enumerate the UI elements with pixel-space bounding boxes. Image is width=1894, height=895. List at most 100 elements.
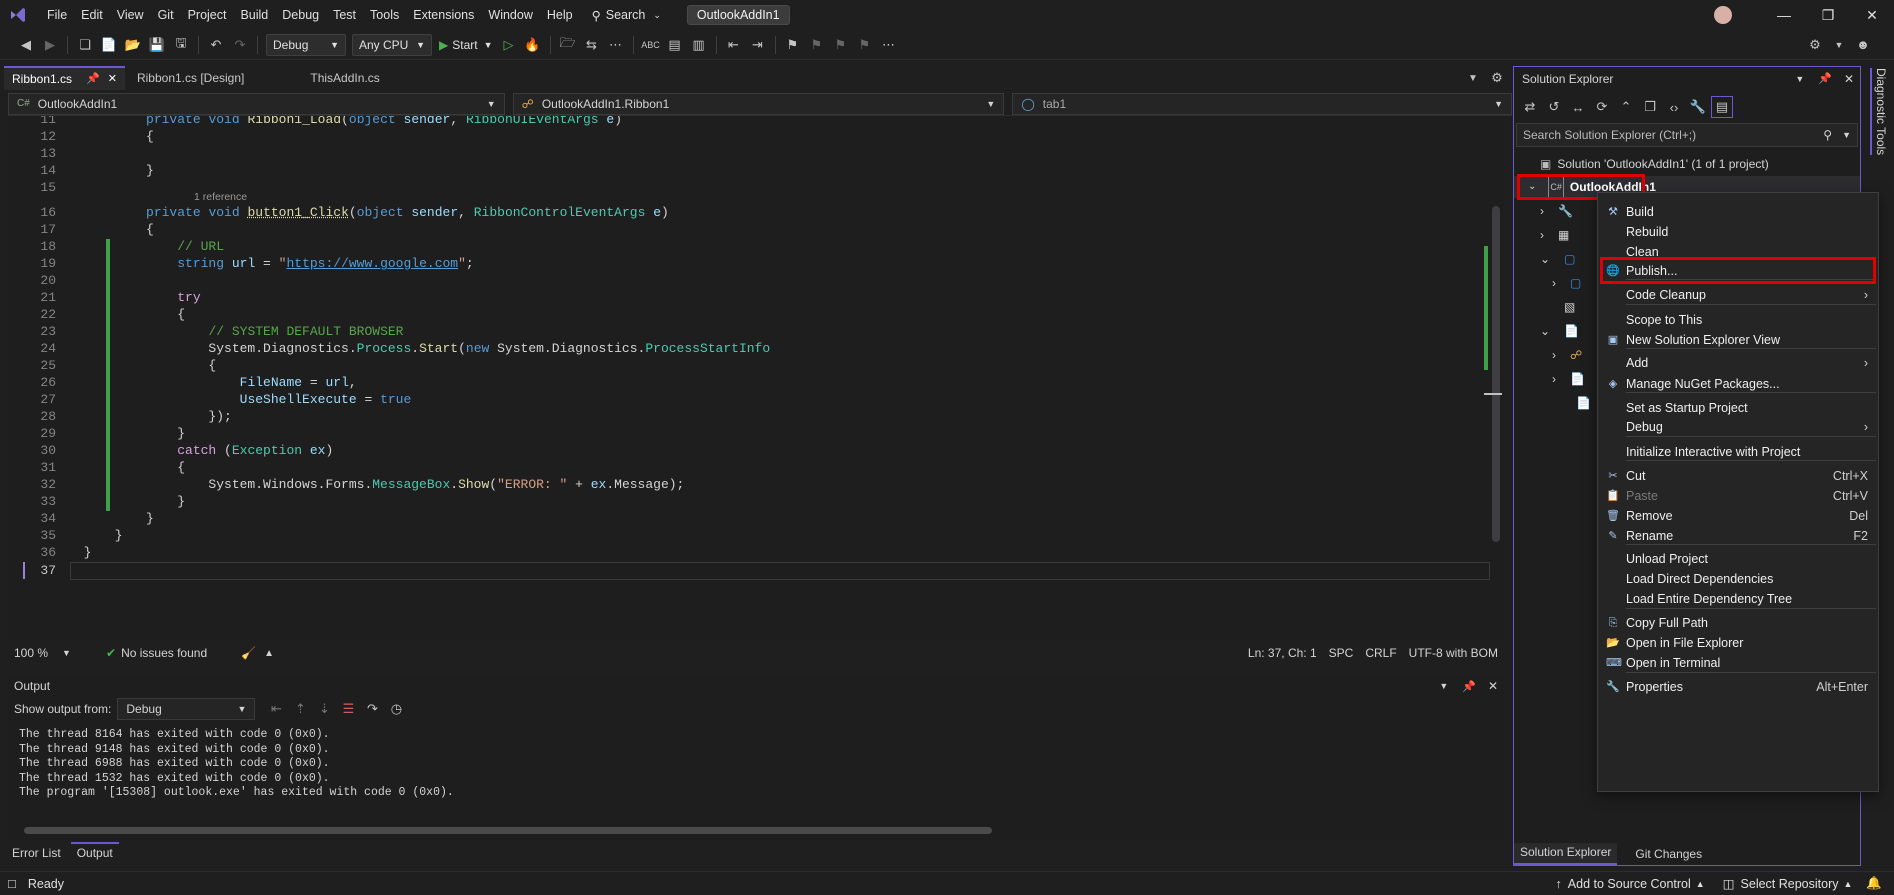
tree-node-properties[interactable]: › 🔧 [1540,199,1573,223]
menu-item-initialize-interactive-with-project[interactable]: Initialize Interactive with Project [1598,441,1878,463]
output-source-dropdown[interactable]: Debug ▼ [117,698,256,720]
prev-bookmark-icon[interactable]: ⚑ [806,34,828,56]
menu-item-new-solution-explorer-view[interactable]: ▣ New Solution Explorer View [1598,329,1878,351]
chevron-down-icon[interactable]: ▼ [1795,67,1804,91]
forward-icon[interactable]: ▶ [39,34,61,56]
history-icon[interactable]: ↺ [1543,96,1565,118]
clear-all-icon[interactable]: ☰ [337,698,359,720]
new-file-icon[interactable]: 📄 [98,34,120,56]
pin-icon[interactable]: 📌 [86,69,100,89]
cursor-position[interactable]: Ln: 37, Ch: 1 [1248,646,1317,660]
undo-icon[interactable]: ↶ [205,34,227,56]
indent-icon[interactable]: ⇥ [747,34,769,56]
code-cleanup-icon[interactable]: 🧹 [241,646,256,660]
menu-item-copy-full-path[interactable]: ⎘ Copy Full Path [1598,612,1878,634]
bookmark-icon[interactable]: ⚑ [782,34,804,56]
show-all-files-icon[interactable]: ❐ [1639,96,1661,118]
menu-item-add[interactable]: Add › [1598,352,1878,374]
pin-icon[interactable]: 📌 [1818,67,1832,91]
tab-error-list[interactable]: Error List [6,842,67,864]
menu-window[interactable]: Window [481,0,539,30]
tree-node-resx[interactable]: 📄 [1576,391,1591,415]
tab-output[interactable]: Output [70,842,119,864]
minimize-button[interactable]: — [1762,7,1806,23]
next-message-icon[interactable]: ⇣ [313,698,335,720]
chevron-up-icon[interactable]: ▲ [264,648,274,659]
menu-build[interactable]: Build [233,0,275,30]
menu-help[interactable]: Help [540,0,580,30]
menu-item-paste[interactable]: 📋 Paste Ctrl+V [1598,485,1878,507]
close-window-button[interactable]: ✕ [1850,7,1894,24]
switch-views-icon[interactable]: ⇄ [1519,96,1541,118]
clear-bookmarks-icon[interactable]: ⚑ [854,34,876,56]
select-repository-button[interactable]: ◫ Select Repository ▲ [1723,876,1853,892]
previous-message-icon[interactable]: ⇡ [289,698,311,720]
timestamp-icon[interactable]: ◷ [385,698,407,720]
codelens-references[interactable]: 1 reference [194,191,247,203]
menu-item-open-in-file-explorer[interactable]: 📂 Open in File Explorer [1598,632,1878,654]
code-editor[interactable]: 11 private void Ribbon1_Load(object send… [8,116,1504,640]
tab-overflow-icon[interactable]: ▼ [1462,67,1484,89]
restore-button[interactable]: ❐ [1806,7,1850,24]
tab-thisaddin-cs[interactable]: ThisAddIn.cs [298,66,391,90]
url-link[interactable]: https://www.google.com [286,256,458,271]
whitespace-mode[interactable]: SPC [1329,646,1354,660]
menu-item-rebuild[interactable]: Rebuild [1598,221,1878,243]
solution-explorer-search[interactable]: Search Solution Explorer (Ctrl+;) ⚲ ▼ [1516,123,1858,147]
menu-item-properties[interactable]: 🔧 Properties Alt+Enter [1598,676,1878,698]
menu-item-load-direct-dependencies[interactable]: Load Direct Dependencies [1598,568,1878,590]
menu-item-code-cleanup[interactable]: Code Cleanup › [1598,284,1878,306]
comment-icon[interactable]: ▤ [664,34,686,56]
platform-dropdown[interactable]: Any CPU ▼ [352,33,432,56]
zoom-dropdown[interactable]: 100 % ▼ [8,646,78,660]
view-code-icon[interactable]: ‹› [1663,96,1685,118]
menu-view[interactable]: View [110,0,151,30]
menu-item-cut[interactable]: ✂ Cut Ctrl+X [1598,465,1878,487]
chevron-down-icon[interactable]: ▼ [1828,34,1850,56]
menu-item-debug[interactable]: Debug › [1598,416,1878,438]
line-ending[interactable]: CRLF [1365,646,1396,660]
tab-ribbon1-cs[interactable]: Ribbon1.cs 📌 ✕ [4,66,125,90]
next-bookmark-icon[interactable]: ⚑ [830,34,852,56]
menu-tools[interactable]: Tools [363,0,406,30]
file-encoding[interactable]: UTF-8 with BOM [1409,646,1498,660]
close-icon[interactable]: ✕ [108,69,117,89]
properties-wrench-icon[interactable]: 🔧 [1687,96,1709,118]
preview-icon[interactable]: ▤ [1711,96,1733,118]
menu-item-unload-project[interactable]: Unload Project [1598,548,1878,570]
refresh-icon[interactable]: ⟳ [1591,96,1613,118]
menu-item-rename[interactable]: ✎ Rename F2 [1598,525,1878,547]
tree-node-config[interactable]: ▧ [1564,295,1575,319]
save-all-icon[interactable]: 🖫 [170,34,192,56]
menu-extensions[interactable]: Extensions [406,0,481,30]
menu-git[interactable]: Git [151,0,181,30]
menu-item-open-in-terminal[interactable]: ⌨ Open in Terminal [1598,652,1878,674]
menu-debug[interactable]: Debug [275,0,326,30]
collapse-all-icon[interactable]: ⌃ [1615,96,1637,118]
output-horizontal-scrollbar[interactable] [24,827,992,834]
menu-edit[interactable]: Edit [74,0,110,30]
spellcheck-icon[interactable]: ABC [640,34,662,56]
more-icon[interactable]: ⋯ [605,34,627,56]
redo-icon[interactable]: ↷ [229,34,251,56]
close-icon[interactable]: ✕ [1488,679,1498,693]
save-icon[interactable]: 💾 [146,34,168,56]
tab-ribbon1-design[interactable]: Ribbon1.cs [Design] [125,66,256,90]
avatar[interactable] [1714,6,1732,24]
issues-indicator[interactable]: ✔ No issues found [106,646,207,660]
search-menu[interactable]: ⚲ Search ⌄ [584,8,669,23]
output-text[interactable]: The thread 8164 has exited with code 0 (… [8,728,1504,801]
menu-item-remove[interactable]: 🗑 Remove Del [1598,505,1878,527]
new-project-icon[interactable]: ❏ [74,34,96,56]
settings-gear-icon[interactable]: ⚙ [1486,67,1508,89]
menu-item-build[interactable]: ⚒ Build [1598,201,1878,223]
chevron-down-icon[interactable]: ▼ [1439,681,1448,691]
hot-reload-icon[interactable]: 🔥 [522,34,544,56]
uncomment-icon[interactable]: ▥ [688,34,710,56]
start-button[interactable]: ▶ Start ▼ [439,38,493,52]
project-dropdown[interactable]: C# OutlookAddIn1 ▼ [8,92,505,115]
tab-git-changes[interactable]: Git Changes [1629,843,1708,865]
pin-icon[interactable]: 📌 [1462,680,1476,693]
menu-file[interactable]: File [40,0,74,30]
feedback-icon[interactable]: ☻ [1852,34,1874,56]
